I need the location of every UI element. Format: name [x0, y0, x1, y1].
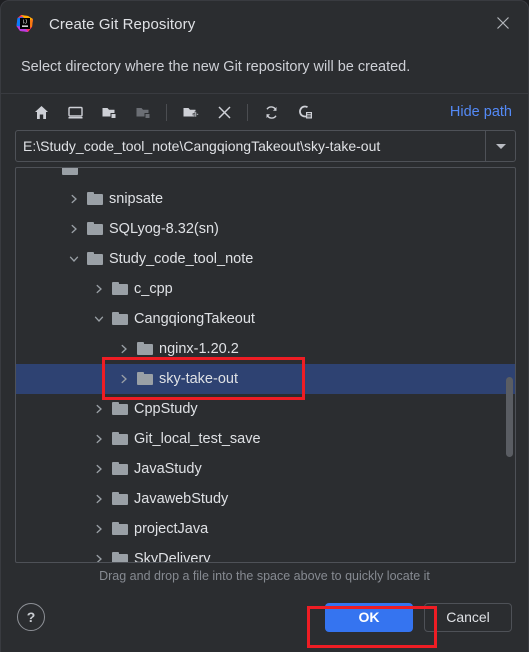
tree-row[interactable]: projectJava — [16, 514, 515, 544]
delete-icon — [217, 105, 231, 119]
tree-row-label: CangqiongTakeout — [134, 311, 255, 327]
intellij-idea-logo-icon: IJ — [15, 14, 35, 34]
cancel-button[interactable]: Cancel — [424, 602, 512, 632]
chevron-right-icon[interactable] — [65, 190, 83, 208]
tree-vertical-scrollbar[interactable] — [506, 377, 513, 457]
refresh-button[interactable] — [257, 99, 285, 125]
help-button[interactable]: ? — [17, 603, 45, 631]
desktop-button[interactable] — [61, 99, 89, 125]
close-button[interactable] — [484, 6, 522, 40]
tree-row[interactable]: Git_local_test_save — [16, 424, 515, 454]
show-hidden-files-icon — [298, 105, 312, 118]
svg-text:IJ: IJ — [23, 20, 27, 26]
tree-row[interactable]: snipsate — [16, 184, 515, 214]
path-dropdown-button[interactable] — [485, 131, 515, 161]
folder-icon — [112, 402, 128, 416]
folder-icon — [112, 432, 128, 446]
expand-all-icon — [102, 107, 116, 119]
tree-row-label: SkyDelivery — [134, 551, 211, 563]
tree-row-label: projectJava — [134, 521, 209, 537]
tree-row[interactable]: CangqiongTakeout — [16, 304, 515, 334]
tree-row[interactable] — [16, 168, 515, 184]
folder-icon — [112, 552, 128, 562]
folder-icon — [112, 522, 128, 536]
chevron-right-icon[interactable] — [40, 168, 58, 178]
chevron-down-icon[interactable] — [90, 310, 108, 328]
chevron-right-icon[interactable] — [90, 550, 108, 562]
collapse-all-button[interactable] — [129, 99, 157, 125]
folder-icon — [87, 252, 103, 266]
tree-row[interactable]: nginx-1.20.2 — [16, 334, 515, 364]
collapse-all-icon — [136, 107, 150, 119]
tree-row[interactable]: CppStudy — [16, 394, 515, 424]
home-button[interactable] — [27, 99, 55, 125]
home-icon — [34, 105, 48, 119]
chevron-down-icon[interactable] — [65, 250, 83, 268]
chevron-right-icon[interactable] — [65, 220, 83, 238]
folder-icon — [112, 462, 128, 476]
dialog-prompt: Select directory where the new Git repos… — [21, 59, 411, 75]
create-git-repository-dialog: IJ Create Git Repository Select director… — [0, 0, 529, 652]
tree-row[interactable]: c_cpp — [16, 274, 515, 304]
tree-row-label: snipsate — [109, 191, 164, 207]
delete-button[interactable] — [210, 99, 238, 125]
tree-row-label: Git_local_test_save — [134, 431, 261, 447]
tree-row-label: JavawebStudy — [134, 491, 229, 507]
chevron-right-icon[interactable] — [90, 400, 108, 418]
chevron-right-icon[interactable] — [90, 520, 108, 538]
file-chooser-toolbar: Hide path — [1, 94, 528, 130]
hide-path-link[interactable]: Hide path — [450, 104, 512, 120]
folder-icon — [62, 168, 78, 176]
title-bar: IJ Create Git Repository — [1, 1, 528, 47]
ok-button[interactable]: OK — [325, 602, 413, 632]
folder-icon — [137, 342, 153, 356]
directory-tree[interactable]: snipsate SQLyog-8.32(sn) Study_code_tool_n… — [15, 167, 516, 563]
folder-icon — [112, 282, 128, 296]
new-folder-button[interactable] — [176, 99, 204, 125]
folder-icon — [112, 492, 128, 506]
chevron-right-icon[interactable] — [90, 460, 108, 478]
toolbar-separator-2 — [247, 103, 248, 121]
chevron-right-icon[interactable] — [115, 370, 133, 388]
tree-row[interactable]: JavaStudy — [16, 454, 515, 484]
new-folder-icon — [183, 107, 199, 117]
tree-row[interactable]: SQLyog-8.32(sn) — [16, 214, 515, 244]
tree-row-label: c_cpp — [134, 281, 173, 297]
dialog-footer: ? OK Cancel — [1, 589, 528, 645]
tree-row-label: JavaStudy — [134, 461, 202, 477]
tree-row-label: nginx-1.20.2 — [159, 341, 239, 357]
expand-all-button[interactable] — [95, 99, 123, 125]
path-input[interactable]: E:\Study_code_tool_note\CangqiongTakeout… — [16, 131, 485, 161]
folder-icon — [137, 372, 153, 386]
chevron-right-icon[interactable] — [115, 340, 133, 358]
chevron-right-icon[interactable] — [90, 280, 108, 298]
tree-row[interactable]: Study_code_tool_note — [16, 244, 515, 274]
toolbar-separator-1 — [166, 103, 167, 121]
path-row: E:\Study_code_tool_note\CangqiongTakeout… — [1, 130, 528, 162]
tree-row[interactable]: SkyDelivery — [16, 544, 515, 563]
tree-row[interactable]: JavawebStudy — [16, 484, 515, 514]
chevron-right-icon[interactable] — [90, 430, 108, 448]
folder-icon — [87, 192, 103, 206]
dialog-button-group: OK Cancel — [325, 602, 512, 632]
tree-row-label: CppStudy — [134, 401, 198, 417]
tree-row-label: SQLyog-8.32(sn) — [109, 221, 219, 237]
tree-row-selected[interactable]: sky-take-out — [16, 364, 515, 394]
folder-icon — [87, 222, 103, 236]
chevron-right-icon[interactable] — [90, 490, 108, 508]
directory-tree-rows: snipsate SQLyog-8.32(sn) Study_code_tool_n… — [16, 168, 515, 563]
path-combo-box[interactable]: E:\Study_code_tool_note\CangqiongTakeout… — [15, 130, 516, 162]
desktop-icon — [67, 106, 83, 118]
close-icon — [497, 17, 509, 29]
drag-drop-hint: Drag and drop a file into the space abov… — [99, 569, 430, 583]
folder-icon — [112, 312, 128, 326]
dialog-title: Create Git Repository — [49, 15, 196, 33]
tree-row-label: sky-take-out — [159, 371, 238, 387]
show-hidden-files-button[interactable] — [291, 99, 319, 125]
chevron-down-icon — [495, 143, 506, 149]
refresh-icon — [265, 105, 277, 119]
tree-row-label: Study_code_tool_note — [109, 251, 254, 267]
